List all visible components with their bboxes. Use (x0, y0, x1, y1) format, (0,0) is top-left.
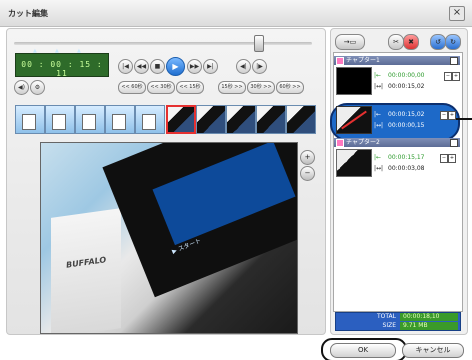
redo-icon[interactable]: ↻ (445, 34, 461, 50)
frame-thumbnail[interactable] (75, 105, 105, 134)
in-point-icon: |← (374, 72, 382, 79)
frame-thumbnail-selected[interactable] (166, 105, 196, 134)
position-slider-thumb[interactable] (254, 35, 265, 52)
cut-plus-icon[interactable]: + (452, 72, 460, 81)
callout-leader-line (456, 118, 472, 120)
add-chapter-icon[interactable]: →▭ (335, 34, 365, 50)
zoom-out-icon[interactable]: − (300, 166, 315, 181)
jump-back-60-button[interactable]: << 60秒 (118, 81, 146, 94)
cut-minus-icon[interactable]: − (444, 72, 452, 81)
size-label: SIZE (382, 322, 396, 329)
chapter-list: チャプター1 |← 00:00:00,00 |↔| 00:00:15,02 − + (333, 52, 463, 312)
jump-back-30-button[interactable]: << 30秒 (147, 81, 175, 94)
frame-thumbnail-strip (15, 105, 317, 137)
step-back-icon[interactable]: ◀◀ (134, 59, 149, 74)
scissors-icon[interactable]: ✂ (388, 34, 404, 50)
mark-out-icon[interactable]: |▶ (252, 59, 267, 74)
cut-in-time-selected: |← 00:00:15,02 (374, 111, 425, 118)
window-title: カット編集 (8, 9, 48, 18)
in-point-icon: |← (374, 154, 382, 161)
video-preview: BUFFALO ▶ スタート (40, 142, 298, 334)
timecode-value: 00 : 00 : 15 : 11 (21, 60, 103, 78)
frame-thumbnail[interactable] (286, 105, 316, 134)
frame-thumbnail[interactable] (45, 105, 75, 134)
preview-device (51, 208, 121, 333)
cut-plus-icon[interactable]: + (448, 154, 456, 163)
title-bar: カット編集 × (0, 0, 472, 27)
duration-icon: |↔| (374, 83, 384, 90)
timecode-arrows: ▲ ▲ ▲ (33, 48, 81, 54)
frame-thumbnail[interactable] (256, 105, 286, 134)
zoom-in-icon[interactable]: + (300, 150, 315, 165)
audio-icon[interactable]: ◀) (14, 80, 29, 95)
in-point-icon: |← (374, 111, 382, 118)
close-button[interactable]: × (449, 6, 465, 21)
position-slider-track[interactable] (14, 42, 312, 45)
total-value: 00:00:18,10 (400, 313, 458, 321)
jump-back-15-button[interactable]: << 15秒 (176, 81, 204, 94)
chapter-select-box[interactable] (450, 57, 458, 65)
jump-fwd-60-button[interactable]: 60秒 >> (276, 81, 304, 94)
cut-thumbnail[interactable] (336, 67, 372, 95)
cut-duration: |↔| 00:00:03,08 (374, 165, 425, 172)
cut-edit-window: カット編集 × ▲ ▲ ▲ 00 : 00 : 15 : 11 |◀ ◀◀ ■ ▶ … (0, 0, 472, 360)
frame-thumbnail[interactable] (196, 105, 226, 134)
totals-panel: TOTAL 00:00:18,10 SIZE 9.71 MB (335, 312, 461, 331)
cut-duration: |↔| 00:00:15,02 (374, 83, 425, 90)
size-row: SIZE 9.71 MB (336, 322, 460, 330)
play-icon[interactable]: ▶ (166, 57, 185, 76)
frame-thumbnail[interactable] (15, 105, 45, 134)
jump-fwd-15-button[interactable]: 15秒 >> (218, 81, 246, 94)
chapter-checkbox[interactable] (336, 57, 344, 65)
skip-start-icon[interactable]: |◀ (118, 59, 133, 74)
chapter-header[interactable]: チャプター1 (334, 56, 460, 65)
chapter-checkbox[interactable] (336, 139, 344, 147)
skip-end-icon[interactable]: ▶| (203, 59, 218, 74)
mark-in-icon[interactable]: ◀| (236, 59, 251, 74)
cut-in-time: |← 00:00:00,00 (374, 72, 425, 79)
chapter-title: チャプター2 (346, 139, 380, 146)
size-value: 9.71 MB (400, 322, 458, 330)
settings-icon[interactable]: ⚙ (30, 80, 45, 95)
cut-minus-icon[interactable]: − (440, 154, 448, 163)
duration-icon: |↔| (374, 122, 384, 129)
cut-in-time: |← 00:00:15,17 (374, 154, 425, 161)
frame-thumbnail[interactable] (105, 105, 135, 134)
jump-fwd-30-button[interactable]: 30秒 >> (247, 81, 275, 94)
cancel-button[interactable]: キャンセル (402, 343, 464, 358)
duration-icon: |↔| (374, 165, 384, 172)
cut-thumbnail[interactable] (336, 149, 372, 177)
stop-icon[interactable]: ■ (150, 59, 165, 74)
timecode-display[interactable]: 00 : 00 : 15 : 11 (15, 53, 109, 78)
undo-icon[interactable]: ↺ (430, 34, 446, 50)
cut-minus-icon[interactable]: − (440, 111, 448, 120)
cut-plus-icon[interactable]: + (448, 111, 456, 120)
cut-duration-selected: |↔| 00:00:00,15 (374, 122, 425, 129)
frame-thumbnail[interactable] (226, 105, 256, 134)
total-row: TOTAL 00:00:18,10 (336, 313, 460, 321)
total-label: TOTAL (376, 313, 396, 320)
step-forward-icon[interactable]: ▶▶ (187, 59, 202, 74)
cut-thumbnail-selected[interactable] (336, 106, 372, 134)
frame-thumbnail[interactable] (135, 105, 165, 134)
chapter-select-box[interactable] (450, 139, 458, 147)
ok-button[interactable]: OK (330, 343, 396, 358)
chapter-title: チャプター1 (346, 57, 380, 64)
chapter-header[interactable]: チャプター2 (334, 138, 460, 147)
delete-icon[interactable]: ✖ (403, 34, 419, 50)
